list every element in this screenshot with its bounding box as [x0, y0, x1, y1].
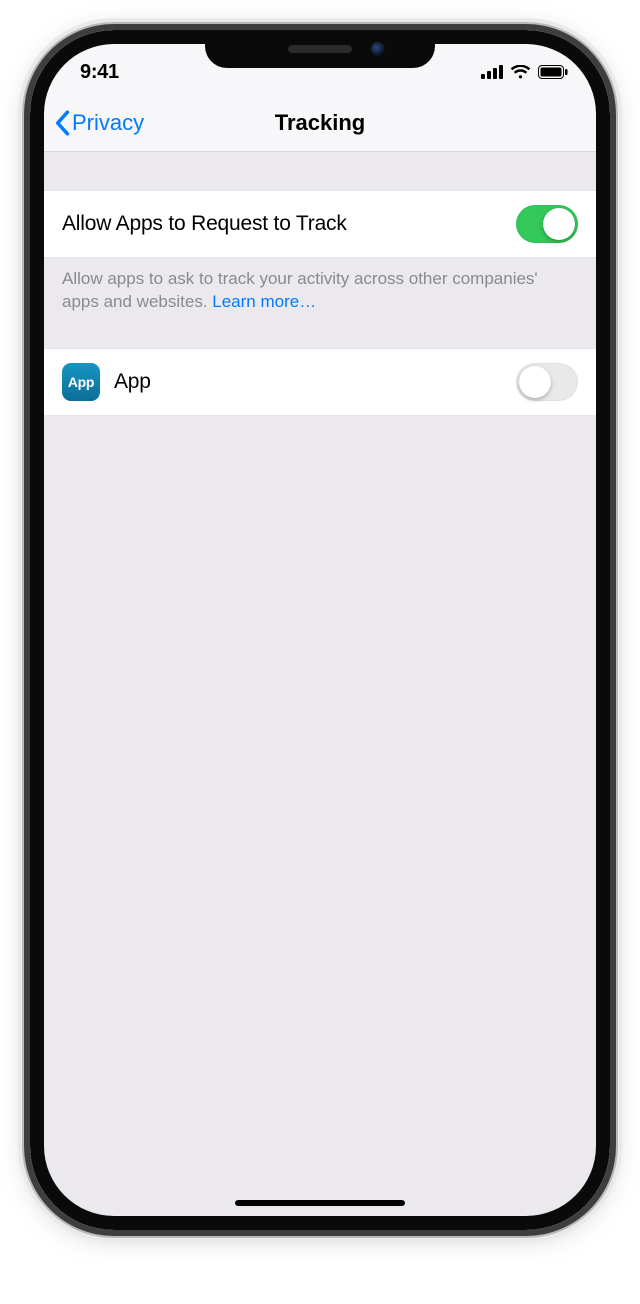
- speaker-grille: [288, 45, 352, 53]
- app-icon-text: App: [68, 374, 94, 390]
- chevron-left-icon: [54, 110, 70, 136]
- status-icons: [481, 65, 568, 79]
- phone-frame: 9:41: [30, 30, 610, 1230]
- toggle-knob: [519, 366, 551, 398]
- allow-tracking-row: Allow Apps to Request to Track: [44, 190, 596, 258]
- back-label: Privacy: [72, 110, 144, 136]
- app-row: App App: [44, 348, 596, 416]
- toggle-knob: [543, 208, 575, 240]
- status-time: 9:41: [80, 61, 119, 84]
- page-title: Tracking: [275, 110, 365, 136]
- app-label: App: [114, 370, 151, 394]
- wifi-icon: [510, 65, 531, 79]
- notch: [205, 30, 435, 68]
- allow-tracking-label: Allow Apps to Request to Track: [62, 212, 347, 236]
- battery-icon: [538, 65, 568, 79]
- content: Allow Apps to Request to Track Allow app…: [44, 152, 596, 416]
- app-icon: App: [62, 363, 100, 401]
- screen: 9:41: [44, 44, 596, 1216]
- learn-more-link[interactable]: Learn more…: [212, 292, 316, 311]
- back-button[interactable]: Privacy: [54, 94, 144, 151]
- home-indicator[interactable]: [235, 1200, 405, 1206]
- app-tracking-toggle[interactable]: [516, 363, 578, 401]
- cellular-icon: [481, 65, 503, 79]
- navigation-bar: Privacy Tracking: [44, 94, 596, 152]
- group-footer: Allow apps to ask to track your activity…: [44, 258, 596, 332]
- front-camera: [371, 42, 385, 56]
- allow-tracking-toggle[interactable]: [516, 205, 578, 243]
